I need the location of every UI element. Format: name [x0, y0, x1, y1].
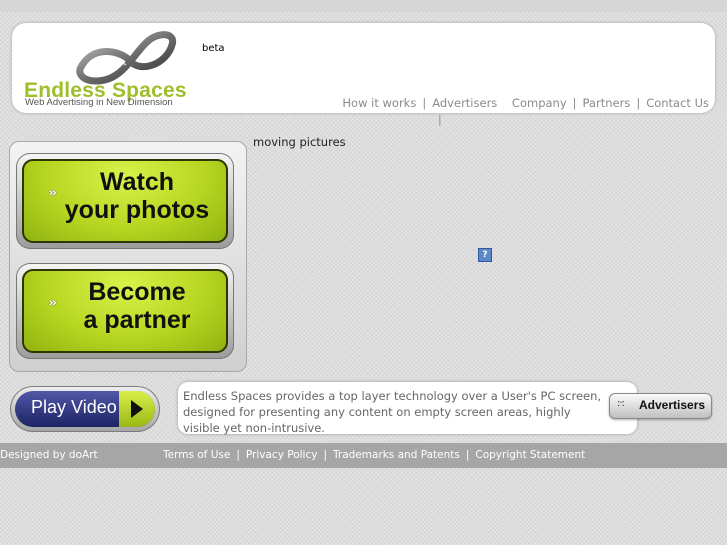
description-box: Endless Spaces provides a top layer tech…: [178, 382, 637, 435]
nav-separator: |: [636, 96, 641, 110]
nav-separator: |: [422, 96, 427, 110]
become-partner-button[interactable]: » Become a partner: [16, 263, 234, 359]
nav-link-partners[interactable]: Partners: [583, 96, 631, 110]
moving-pictures-text: moving pictures: [253, 135, 346, 149]
footer: Designed by doArt Terms of Use | Privacy P…: [0, 443, 727, 468]
help-icon[interactable]: ?: [478, 248, 492, 262]
become-partner-button-face: » Become a partner: [22, 269, 228, 353]
footer-credit[interactable]: Designed by doArt: [0, 449, 98, 461]
play-video-button[interactable]: Play Video: [10, 386, 160, 432]
footer-link-trademarks[interactable]: Trademarks and Patents: [333, 449, 460, 461]
nav-separator: |: [572, 96, 577, 110]
grip-dots-icon: :·:: [617, 398, 625, 409]
play-icon: [131, 400, 143, 418]
nav-link-how-it-works[interactable]: How it works: [342, 96, 416, 110]
description-text: Endless Spaces provides a top layer tech…: [183, 389, 602, 435]
top-nav: How it works | Advertisers Company | Partner…: [342, 96, 709, 110]
nav-link-advertisers[interactable]: Advertisers: [432, 96, 497, 110]
watch-photos-label: Watch your photos: [64, 168, 210, 224]
logo-tagline: Web Advertising in New Dimension: [25, 97, 173, 108]
play-video-label: Play Video: [31, 397, 117, 417]
footer-separator: |: [465, 449, 470, 461]
nav-link-company[interactable]: Company: [512, 96, 567, 110]
advertisers-button[interactable]: :·: Advertisers: [609, 393, 712, 419]
top-strip: [0, 0, 727, 12]
footer-link-copyright[interactable]: Copyright Statement: [475, 449, 585, 461]
footer-links: Terms of Use | Privacy Policy | Trademarks a…: [163, 449, 585, 461]
footer-separator: |: [323, 449, 327, 461]
footer-separator: |: [236, 449, 240, 461]
watch-photos-button-face: » Watch your photos: [22, 159, 228, 243]
footer-link-terms[interactable]: Terms of Use: [163, 449, 230, 461]
play-arrow-box: [119, 391, 155, 427]
nav-link-contact-us[interactable]: Contact Us: [646, 96, 709, 110]
watch-photos-button[interactable]: » Watch your photos: [16, 153, 234, 249]
footer-link-privacy[interactable]: Privacy Policy: [246, 449, 318, 461]
play-video-button-face: Play Video: [15, 391, 155, 427]
become-partner-label: Become a partner: [83, 278, 191, 334]
advertisers-button-label: Advertisers: [639, 398, 706, 412]
nav-separator: |: [438, 113, 442, 126]
header-panel: Endless Spaces Web Advertising in New Di…: [12, 23, 715, 113]
promo-panel: » Watch your photos » Become a partner: [9, 141, 247, 372]
beta-label: beta: [202, 43, 225, 54]
